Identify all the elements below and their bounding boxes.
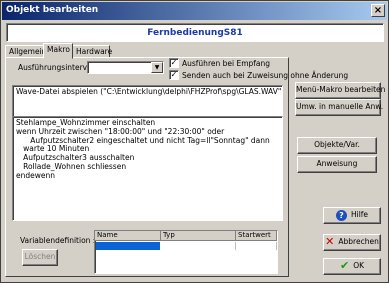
objects-vars-label: Objekte/Var. (314, 140, 360, 149)
edit-menu-macro-label: Menü-Makro bearbeiten (296, 85, 386, 94)
interval-select[interactable]: ▼ (87, 61, 164, 74)
ok-label: OK (353, 261, 365, 270)
objects-vars-button[interactable]: Objekte/Var. (297, 137, 377, 154)
grid-header-type[interactable]: Typ (161, 231, 236, 241)
instruction-button[interactable]: Anweisung (297, 156, 377, 173)
window-title: Objekt bearbeiten (6, 5, 99, 15)
help-button[interactable]: ? Hilfe (323, 207, 381, 224)
grid-selected-cell[interactable] (96, 242, 160, 250)
close-button[interactable]: × (371, 4, 385, 17)
script-editor[interactable]: Stehlampe_Wohnzimmer einschalten wenn Uh… (12, 116, 283, 221)
edit-menu-macro-button[interactable]: Menü-Makro bearbeiten (295, 82, 385, 99)
cancel-label: Abbrechen (338, 237, 379, 246)
title-bar: Objekt bearbeiten × (2, 2, 387, 20)
cancel-icon: ✕ (325, 235, 335, 248)
grid-cell-start[interactable] (236, 242, 277, 250)
variables-label: Variablendefinition : (20, 236, 96, 245)
cancel-button[interactable]: ✕ Abbrechen (323, 234, 381, 251)
variables-grid[interactable]: Name Typ Startwert (94, 230, 278, 274)
instruction-label: Anweisung (316, 159, 358, 168)
help-label: Hilfe (350, 210, 369, 219)
dialog-window: Objekt bearbeiten × FernbedienungS81 All… (0, 0, 389, 283)
send-on-assign-label: Senden auch bei Zuweisung ohne Änderung (182, 71, 349, 80)
grid-header-start[interactable]: Startwert (236, 231, 277, 241)
delete-variable-button[interactable]: Löschen (22, 249, 58, 266)
ok-button[interactable]: ✔ OK (323, 258, 381, 275)
run-on-receive-label: Ausführen bei Empfang (182, 59, 271, 68)
convert-manual-button[interactable]: Umw. in manuelle Anw. (295, 99, 384, 116)
grid-cell-type[interactable] (161, 242, 236, 250)
object-name-panel: FernbedienungS81 (6, 23, 384, 42)
help-icon: ? (335, 209, 347, 221)
run-on-receive-checkbox[interactable]: ✓ (169, 58, 179, 68)
tab-makro[interactable]: Makro (43, 43, 73, 59)
convert-manual-label: Umw. in manuelle Anw. (296, 102, 384, 111)
grid-header-name[interactable]: Name (95, 231, 161, 241)
chevron-down-icon[interactable]: ▼ (151, 62, 163, 73)
send-on-assign-checkbox[interactable]: ✓ (169, 70, 179, 80)
object-name: FernbedienungS81 (147, 28, 243, 38)
check-icon: ✔ (339, 259, 350, 272)
